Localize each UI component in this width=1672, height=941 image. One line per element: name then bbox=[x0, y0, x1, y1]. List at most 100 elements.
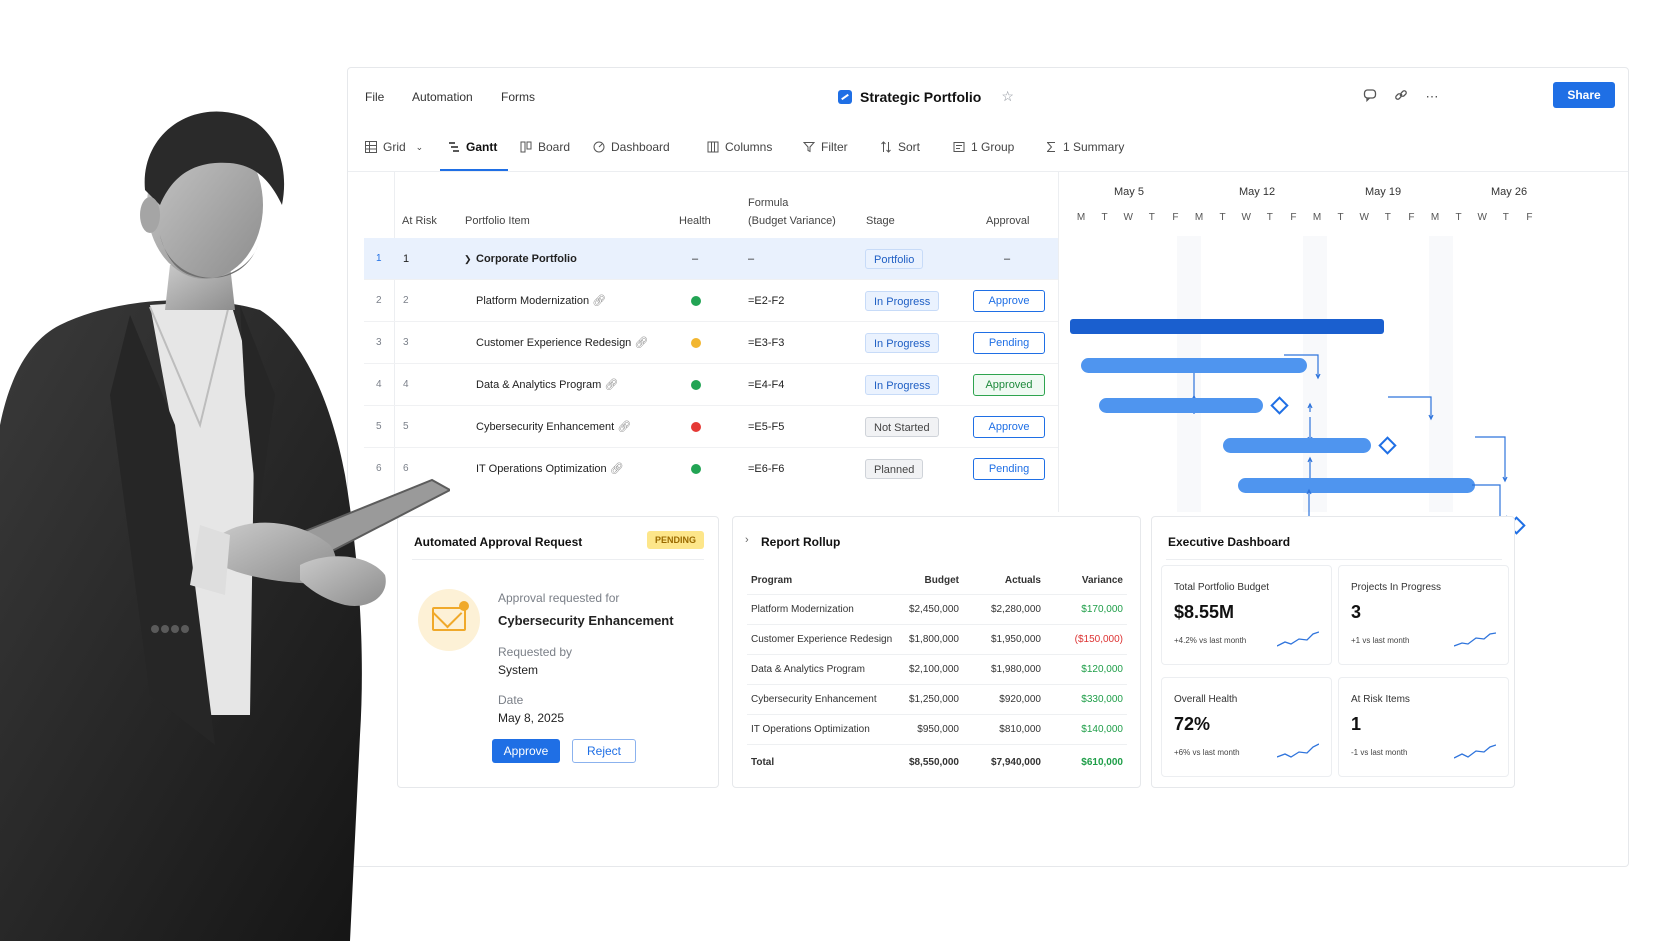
portfolio-item-cell[interactable]: IT Operations Optimization 🔗︎ bbox=[476, 448, 624, 490]
summary-icon bbox=[1047, 142, 1055, 152]
health-cell[interactable]: – bbox=[692, 238, 698, 280]
reject-button[interactable]: Reject bbox=[572, 739, 636, 763]
columns-button[interactable]: Columns bbox=[707, 140, 772, 154]
sort-button[interactable]: Sort bbox=[880, 140, 920, 154]
formula-cell[interactable]: =E6-F6 bbox=[748, 448, 784, 490]
executive-dashboard-title: Executive Dashboard bbox=[1168, 535, 1291, 549]
kpi-at-risk-items[interactable]: At Risk Items 1 -1 vs last month bbox=[1338, 677, 1509, 777]
actuals-cell: $920,000 bbox=[999, 694, 1041, 705]
approve-button[interactable]: Approve bbox=[492, 739, 560, 763]
table-row[interactable]: 3 3 Customer Experience Redesign 🔗︎ =E3-… bbox=[364, 322, 1058, 364]
formula-cell[interactable]: =E5-F5 bbox=[748, 406, 784, 448]
tab-board[interactable]: Board bbox=[520, 140, 570, 154]
link-icon[interactable]: 🔗︎ bbox=[604, 379, 618, 391]
link-icon[interactable]: 🔗︎ bbox=[610, 463, 624, 475]
table-row[interactable]: 1 1 ❯ Corporate Portfolio – – Portfolio … bbox=[364, 238, 1058, 280]
gantt-bar-corporate-portfolio[interactable] bbox=[1070, 319, 1384, 334]
active-tab-indicator bbox=[440, 169, 508, 171]
screenshot-stage: File Automation Forms Strategic Portfoli… bbox=[0, 0, 1672, 941]
kpi-value: 1 bbox=[1351, 714, 1362, 734]
formula-cell[interactable]: =E4-F4 bbox=[748, 364, 784, 406]
table-row[interactable]: IT Operations Optimization $950,000 $810… bbox=[747, 715, 1127, 745]
kpi-delta: +4.2% vs last month bbox=[1174, 636, 1247, 645]
pending-button[interactable]: Pending bbox=[973, 332, 1045, 354]
stage-pill[interactable]: In Progress bbox=[865, 291, 940, 311]
stage-pill[interactable]: Not Started bbox=[865, 417, 939, 437]
tab-dashboard[interactable]: Dashboard bbox=[593, 140, 670, 154]
link-icon[interactable]: 🔗︎ bbox=[592, 295, 606, 307]
stage-pill[interactable]: In Progress bbox=[865, 375, 940, 395]
gantt-bar-cybersecurity[interactable] bbox=[1238, 478, 1475, 493]
program-cell: Customer Experience Redesign bbox=[751, 634, 893, 645]
sparkline-icon bbox=[1277, 631, 1319, 647]
approval-cell[interactable]: – bbox=[1004, 238, 1010, 280]
collapse-chevron-icon[interactable]: › bbox=[745, 534, 749, 546]
link-icon[interactable]: 🔗︎ bbox=[617, 421, 631, 433]
kpi-total-budget[interactable]: Total Portfolio Budget $8.55M +4.2% vs l… bbox=[1161, 565, 1332, 665]
menu-forms[interactable]: Forms bbox=[501, 90, 535, 104]
document-title[interactable]: Strategic Portfolio bbox=[860, 89, 981, 105]
approve-button[interactable]: Approve bbox=[973, 290, 1045, 312]
portfolio-item-cell[interactable]: Data & Analytics Program 🔗︎ bbox=[476, 364, 618, 406]
date-label: Date bbox=[498, 693, 524, 707]
requested-by-value: System bbox=[498, 663, 539, 677]
approve-button[interactable]: Approve bbox=[973, 416, 1045, 438]
report-rollup-title: Report Rollup bbox=[761, 535, 841, 549]
portfolio-item-cell[interactable]: Corporate Portfolio bbox=[476, 238, 577, 280]
share-button[interactable]: Share bbox=[1553, 82, 1615, 108]
portfolio-item-cell[interactable]: Platform Modernization 🔗︎ bbox=[476, 280, 606, 322]
sort-label: Sort bbox=[898, 140, 921, 154]
col-header-health[interactable]: Health bbox=[679, 215, 711, 227]
kpi-projects-in-progress[interactable]: Projects In Progress 3 +1 vs last month bbox=[1338, 565, 1509, 665]
formula-cell[interactable]: =E2-F2 bbox=[748, 280, 784, 322]
table-row[interactable]: 2 2 Platform Modernization 🔗︎ =E2-F2 In … bbox=[364, 280, 1058, 322]
budget-cell: $2,100,000 bbox=[908, 664, 959, 675]
pending-button[interactable]: Pending bbox=[973, 458, 1045, 480]
more-icon[interactable]: ⋯ bbox=[1423, 88, 1441, 106]
kpi-overall-health[interactable]: Overall Health 72% +6% vs last month bbox=[1161, 677, 1332, 777]
col-header-stage[interactable]: Stage bbox=[866, 215, 895, 227]
comment-icon[interactable] bbox=[1361, 88, 1379, 106]
rollup-table: Program Budget Actuals Variance Platform… bbox=[747, 567, 1127, 781]
health-status-dot bbox=[691, 338, 701, 348]
table-row[interactable]: Platform Modernization $2,450,000 $2,280… bbox=[747, 595, 1127, 625]
link-icon[interactable]: 🔗︎ bbox=[634, 337, 648, 349]
link-icon[interactable] bbox=[1392, 88, 1410, 106]
col-header-approval[interactable]: Approval bbox=[986, 215, 1029, 227]
portfolio-item-cell[interactable]: Cybersecurity Enhancement 🔗︎ bbox=[476, 406, 631, 448]
group-button[interactable]: 1 Group bbox=[953, 140, 1014, 154]
sparkline-icon bbox=[1454, 632, 1496, 647]
col-header-formula[interactable]: Formula bbox=[748, 197, 788, 209]
stage-pill[interactable]: In Progress bbox=[865, 333, 940, 353]
stage-pill[interactable]: Portfolio bbox=[865, 249, 924, 269]
program-cell: Platform Modernization bbox=[751, 604, 854, 615]
approved-badge[interactable]: Approved bbox=[973, 374, 1045, 396]
gantt-bar-data-analytics[interactable] bbox=[1223, 438, 1371, 453]
actuals-cell: $810,000 bbox=[999, 724, 1041, 735]
total-label: Total bbox=[751, 757, 775, 768]
columns-icon bbox=[707, 141, 719, 153]
col-header-portfolio-item[interactable]: Portfolio Item bbox=[465, 215, 530, 227]
summary-button[interactable]: 1 Summary bbox=[1045, 140, 1124, 154]
tab-gantt[interactable]: Gantt bbox=[448, 140, 497, 154]
table-row[interactable]: 6 6 IT Operations Optimization 🔗︎ =E6-F6… bbox=[364, 448, 1058, 490]
budget-cell: $950,000 bbox=[917, 724, 959, 735]
gantt-bar-customer-experience[interactable] bbox=[1099, 398, 1263, 413]
table-row[interactable]: Cybersecurity Enhancement $1,250,000 $92… bbox=[747, 685, 1127, 715]
stage-pill[interactable]: Planned bbox=[865, 459, 924, 479]
expand-chevron-icon[interactable]: ❯ bbox=[464, 238, 472, 280]
table-row[interactable]: Customer Experience Redesign $1,800,000 … bbox=[747, 625, 1127, 655]
filter-button[interactable]: Filter bbox=[803, 140, 848, 154]
table-row[interactable]: 5 5 Cybersecurity Enhancement 🔗︎ =E5-F5 … bbox=[364, 406, 1058, 448]
gantt-bar-platform-modernization[interactable] bbox=[1081, 358, 1307, 373]
view-toolbar: Grid ⌄ Gantt Board Dashboard Columns Fil… bbox=[348, 128, 1628, 172]
table-row[interactable]: Data & Analytics Program $2,100,000 $1,9… bbox=[747, 655, 1127, 685]
table-row[interactable]: 4 4 Data & Analytics Program 🔗︎ =E4-F4 I… bbox=[364, 364, 1058, 406]
formula-cell[interactable]: – bbox=[748, 238, 754, 280]
star-icon[interactable]: ☆ bbox=[1001, 88, 1014, 105]
formula-cell[interactable]: =E3-F3 bbox=[748, 322, 784, 364]
portfolio-item-cell[interactable]: Customer Experience Redesign 🔗︎ bbox=[476, 322, 648, 364]
group-icon bbox=[953, 142, 965, 152]
total-variance: $610,000 bbox=[1081, 757, 1123, 768]
gantt-dependency-lines bbox=[1191, 354, 1508, 485]
